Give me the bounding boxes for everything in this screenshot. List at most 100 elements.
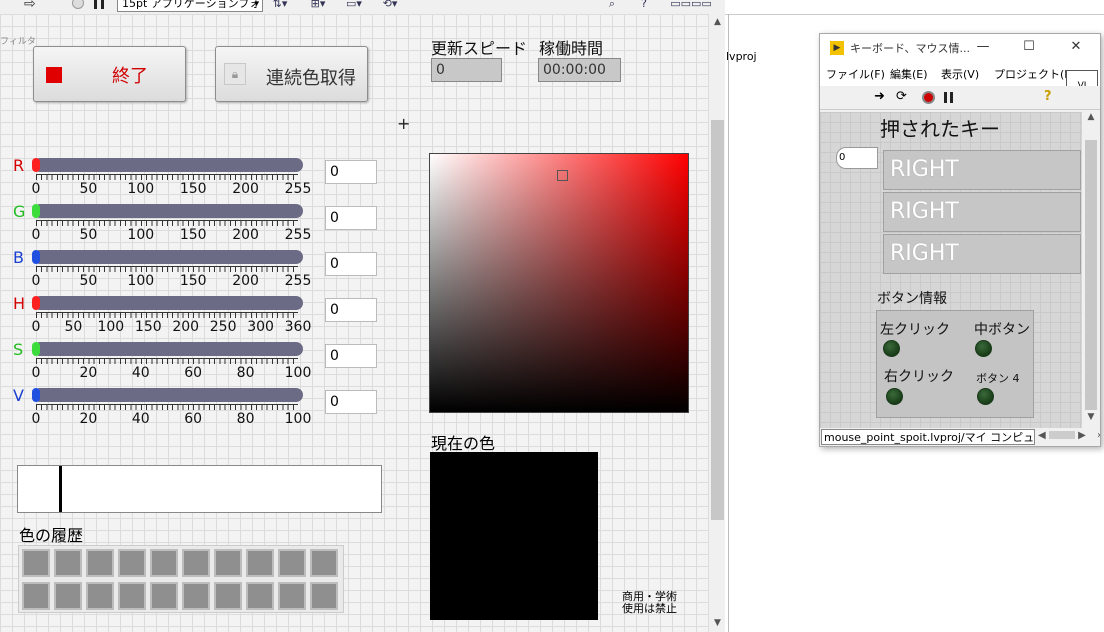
- history-cell[interactable]: [118, 582, 146, 610]
- color-picker[interactable]: [429, 153, 689, 413]
- slider-track-v[interactable]: [32, 388, 303, 402]
- continuous-capture-button[interactable]: 🔒︎ 連続色取得: [215, 46, 368, 102]
- slider-track-g[interactable]: [32, 204, 303, 218]
- color-bar-cursor[interactable]: [59, 466, 62, 512]
- font-select-value: 15pt アプリケーションフォント: [122, 0, 262, 10]
- slider-knob[interactable]: [32, 296, 40, 310]
- history-cell[interactable]: [118, 549, 146, 577]
- slider-value-v[interactable]: 0: [325, 390, 377, 414]
- distribute-icon[interactable]: ⊞▾: [306, 0, 330, 12]
- tick-label: 200: [232, 273, 259, 289]
- maximize-button[interactable]: ☐: [1018, 37, 1040, 57]
- history-cell[interactable]: [246, 549, 274, 577]
- font-select[interactable]: 15pt アプリケーションフォント ▾: [117, 0, 263, 12]
- menu-view[interactable]: 表示(V): [941, 66, 979, 82]
- color-bar[interactable]: [17, 465, 382, 513]
- tick-label: 150: [179, 227, 207, 243]
- slider-ticks: [36, 404, 298, 410]
- status-scroll-thumb[interactable]: [1048, 431, 1075, 439]
- chevron-left-icon[interactable]: ◀: [1038, 430, 1046, 441]
- chevron-right-icon[interactable]: ›: [1097, 430, 1100, 441]
- help-icon[interactable]: ?: [632, 0, 656, 12]
- history-cell[interactable]: [86, 582, 114, 610]
- slider-tick-labels: 0 50 100 150 200 255: [32, 181, 312, 197]
- slider-value-s[interactable]: 0: [325, 344, 377, 368]
- history-cell[interactable]: [310, 549, 338, 577]
- front-panel-scrollbar[interactable]: ▲ ▼: [708, 14, 725, 632]
- run-continuous-icon[interactable]: ⟳: [896, 89, 907, 104]
- tick-label: 60: [184, 411, 203, 427]
- tick-label: 250: [209, 319, 237, 335]
- slider-value-h[interactable]: 0: [325, 298, 377, 322]
- menu-file[interactable]: ファイル(F): [826, 66, 885, 82]
- history-cell[interactable]: [246, 582, 274, 610]
- slider-knob[interactable]: [32, 158, 40, 172]
- lock-icon: 🔒︎: [224, 63, 246, 85]
- history-cell[interactable]: [86, 549, 114, 577]
- history-cell[interactable]: [214, 582, 242, 610]
- history-cell[interactable]: [22, 549, 50, 577]
- run-arrow-icon[interactable]: ⇨: [24, 0, 36, 12]
- tick-label: 50: [79, 181, 98, 197]
- context-help-icon[interactable]: ▭▭▭▭: [656, 0, 726, 12]
- menu-project[interactable]: プロジェクト(P): [994, 66, 1075, 82]
- run-arrow-icon[interactable]: ➜: [874, 89, 885, 104]
- scroll-down-icon[interactable]: ▼: [709, 615, 726, 632]
- abort-icon[interactable]: [922, 91, 935, 104]
- vi-scrollbar[interactable]: ▲ ▼: [1082, 112, 1100, 428]
- picker-cursor[interactable]: [557, 170, 568, 181]
- pause-icon[interactable]: [94, 0, 104, 9]
- slider-track-b[interactable]: [32, 250, 303, 264]
- scroll-down-icon[interactable]: ▼: [1082, 412, 1100, 428]
- history-cell[interactable]: [182, 582, 210, 610]
- history-cell[interactable]: [310, 582, 338, 610]
- history-cell[interactable]: [54, 582, 82, 610]
- project-file-text[interactable]: lvproj: [726, 50, 757, 63]
- search-icon[interactable]: ⌕: [600, 0, 624, 12]
- scroll-up-icon[interactable]: ▲: [1082, 112, 1100, 128]
- slider-track-r[interactable]: [32, 158, 303, 172]
- reorder-icon[interactable]: ⟲▾: [378, 0, 402, 12]
- close-button[interactable]: ✕: [1065, 37, 1087, 57]
- slider-tick-labels: 0 50 100 150 200 255: [32, 227, 312, 243]
- tick-label: 40: [131, 411, 150, 427]
- abort-icon[interactable]: [72, 0, 84, 9]
- align-icon[interactable]: ⇅▾: [268, 0, 292, 12]
- array-index-control[interactable]: 0: [836, 147, 878, 169]
- history-cell[interactable]: [278, 549, 306, 577]
- history-cell[interactable]: [214, 549, 242, 577]
- resize-icon[interactable]: ▭▾: [342, 0, 366, 12]
- scroll-thumb[interactable]: [711, 120, 724, 520]
- pause-icon[interactable]: [944, 92, 953, 103]
- history-cell[interactable]: [54, 549, 82, 577]
- slider-track-h[interactable]: [32, 296, 303, 310]
- slider-knob[interactable]: [32, 342, 40, 356]
- minimize-button[interactable]: —: [972, 37, 994, 57]
- slider-track-s[interactable]: [32, 342, 303, 356]
- history-cell[interactable]: [278, 582, 306, 610]
- help-icon[interactable]: ?: [1044, 89, 1052, 104]
- slider-knob[interactable]: [32, 204, 40, 218]
- slider-knob[interactable]: [32, 250, 40, 264]
- stop-button[interactable]: 終了: [33, 46, 186, 102]
- filter-label: フィルタ: [0, 37, 36, 47]
- history-cell[interactable]: [150, 582, 178, 610]
- history-cell[interactable]: [22, 582, 50, 610]
- uptime-label: 稼働時間: [539, 39, 604, 58]
- scroll-thumb[interactable]: [1085, 140, 1097, 410]
- menu-edit[interactable]: 編集(E): [890, 66, 928, 82]
- status-nav[interactable]: ◀ ▶ ›: [1038, 428, 1100, 444]
- window-titlebar[interactable]: ▶ キーボード、マウス情... — ☐ ✕: [820, 34, 1100, 62]
- scroll-up-icon[interactable]: ▲: [709, 14, 726, 31]
- slider-value-r[interactable]: 0: [325, 160, 377, 184]
- update-speed-label: 更新スピード: [431, 39, 528, 58]
- tick-label: 100: [284, 411, 312, 427]
- slider-tick-labels: 0 50 100 150 200 250 300 360: [32, 319, 312, 335]
- chevron-right-icon[interactable]: ▶: [1078, 430, 1086, 441]
- history-cell[interactable]: [182, 549, 210, 577]
- history-cell[interactable]: [150, 549, 178, 577]
- slider-value-b[interactable]: 0: [325, 252, 377, 276]
- key-element: RIGHT: [883, 150, 1081, 190]
- slider-knob[interactable]: [32, 388, 40, 402]
- slider-value-g[interactable]: 0: [325, 206, 377, 230]
